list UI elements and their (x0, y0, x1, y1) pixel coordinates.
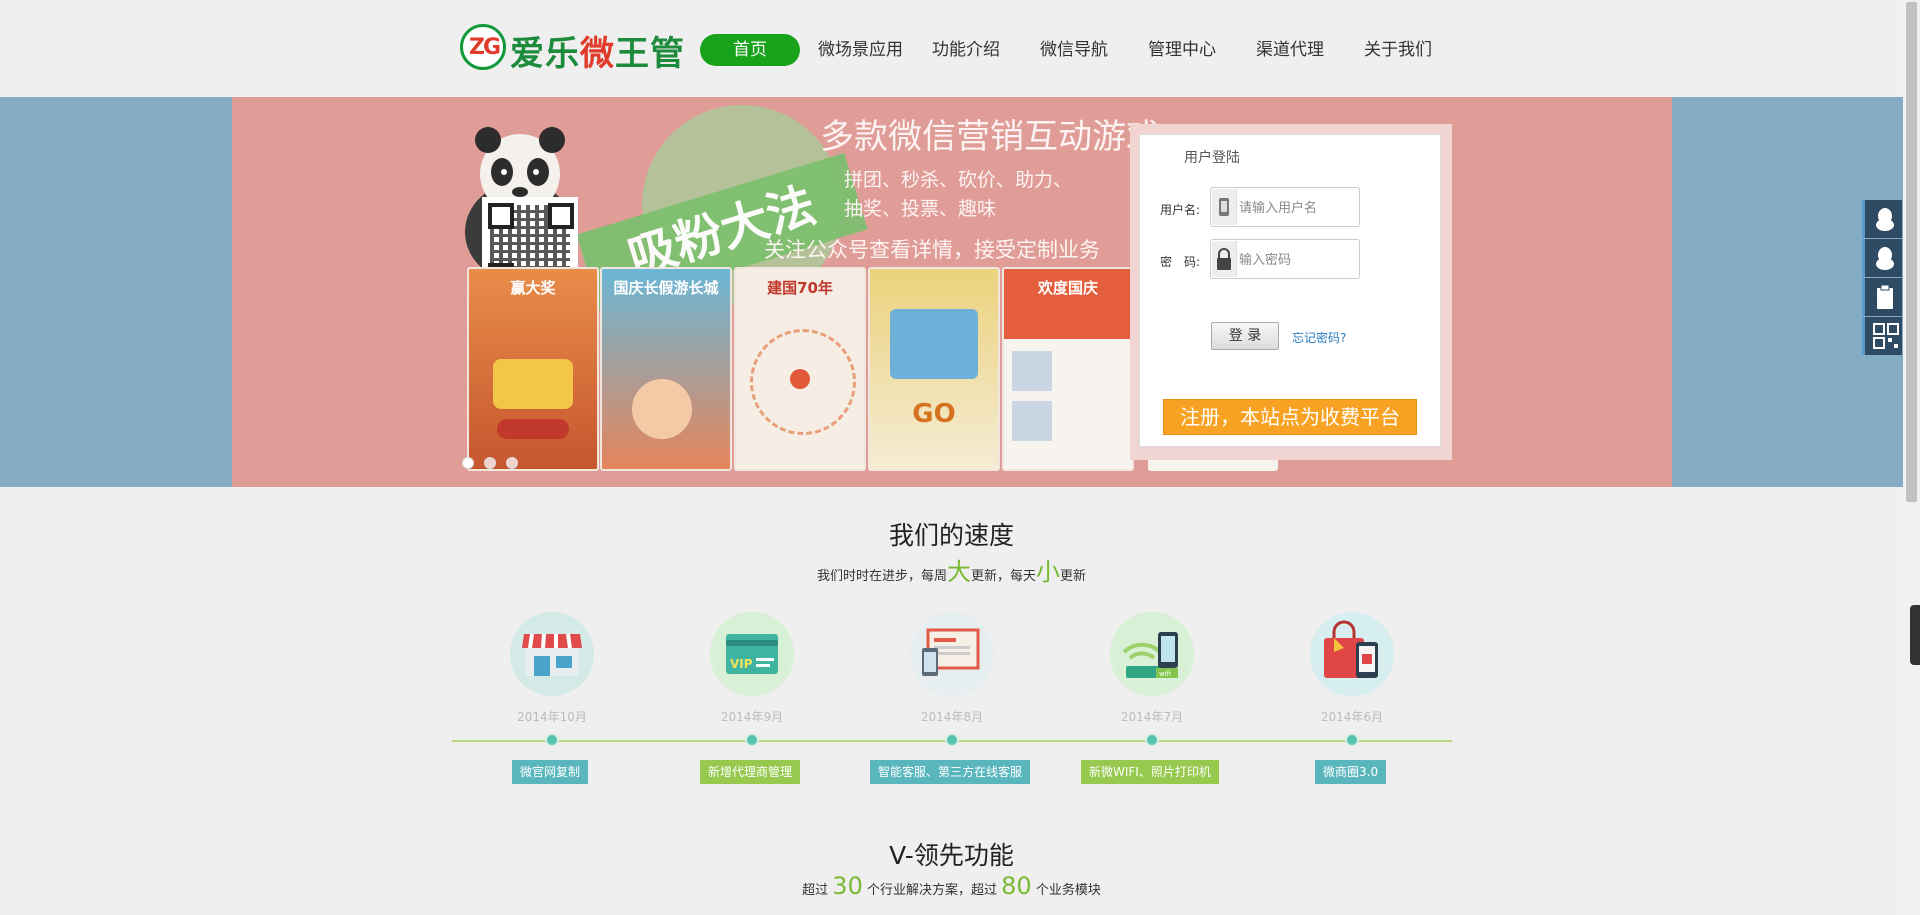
vip-card-icon: VIP (710, 612, 794, 696)
password-label: 密 码: (1160, 255, 1201, 269)
site-header: ZG 爱乐微王管 首页 微场景应用 功能介绍 微信导航 管理中心 渠道代理 关于… (0, 0, 1920, 97)
login-panel: 用户登陆 用户名: 密 码: 登 录 忘记密码? 注册，本站点为收费平台 (1139, 134, 1441, 447)
clipboard-icon[interactable] (1862, 278, 1902, 316)
game-card[interactable]: 建国70年 (734, 267, 866, 471)
timeline-tag: 微官网复制 (512, 760, 589, 784)
username-label: 用户名: (1160, 203, 1201, 217)
banner-slider[interactable]: 吸粉大法 多款微信营销互动游戏 拼团、秒杀、砍价、助力、 抽奖、投票、趣味 关注… (232, 97, 1672, 487)
nav-item-about[interactable]: 关于我们 (1364, 34, 1432, 66)
timeline-tag: 微商圈3.0 (1315, 760, 1387, 784)
timeline-dot (545, 733, 559, 747)
logo-mark-icon: ZG (460, 24, 506, 70)
devices-icon (910, 612, 994, 696)
nav-item-scene-apps[interactable]: 微场景应用 (818, 34, 903, 66)
timeline-date: 2014年6月 (1320, 710, 1384, 724)
nav-item-agents[interactable]: 渠道代理 (1256, 34, 1324, 66)
wifi-router-icon: wifi (1110, 612, 1194, 696)
username-input[interactable] (1239, 188, 1357, 226)
edge-widget-tab[interactable] (1910, 605, 1920, 665)
banner-line-2: 抽奖、投票、趣味 (844, 198, 997, 220)
nav-item-admin-center[interactable]: 管理中心 (1148, 34, 1216, 66)
timeline-date: 2014年8月 (920, 710, 984, 724)
qrcode-icon[interactable] (1862, 317, 1902, 355)
timeline-dot (1145, 733, 1159, 747)
site-logo[interactable]: ZG 爱乐微王管 (460, 22, 684, 74)
qq-icon[interactable] (1862, 239, 1902, 277)
scrollbar-thumb[interactable] (1906, 2, 1917, 502)
svg-text:wifi: wifi (1159, 670, 1171, 678)
game-card[interactable]: GO (868, 267, 1000, 471)
svg-text:VIP: VIP (730, 657, 753, 671)
password-field[interactable] (1210, 239, 1360, 279)
store-icon (510, 612, 594, 696)
page-scrollbar[interactable] (1903, 0, 1920, 915)
features-section-subtitle: 超过 30 个行业解决方案，超过 80 个业务模块 (802, 872, 1101, 900)
slide-dot[interactable] (506, 457, 518, 469)
timeline-date: 2014年7月 (1120, 710, 1184, 724)
timeline-dot (1345, 733, 1359, 747)
game-card[interactable]: 欢度国庆 (1002, 267, 1134, 471)
speed-section-subtitle: 我们时时在进步，每周大更新，每天小更新 (816, 558, 1087, 586)
qq-icon[interactable] (1862, 200, 1902, 238)
timeline-dot (745, 733, 759, 747)
nav-item-features[interactable]: 功能介绍 (932, 34, 1000, 66)
slide-dot[interactable] (462, 457, 474, 469)
nav-item-wechat-nav[interactable]: 微信导航 (1040, 34, 1108, 66)
timeline-date: 2014年10月 (517, 710, 587, 724)
banner-line-1: 拼团、秒杀、砍价、助力、 (844, 169, 1073, 191)
timeline-tag: 新增代理商管理 (700, 760, 801, 784)
password-input[interactable] (1239, 240, 1357, 278)
username-field[interactable] (1210, 187, 1360, 227)
game-card[interactable]: 国庆长假游长城 (600, 267, 732, 471)
lock-icon (1212, 241, 1237, 277)
timeline-date: 2014年9月 (720, 710, 784, 724)
timeline-tag: 智能客服、第三方在线客服 (870, 760, 1031, 784)
phone-icon (1212, 189, 1237, 225)
register-button[interactable]: 注册，本站点为收费平台 (1163, 399, 1417, 435)
timeline-tag: 新微WIFI、照片打印机 (1081, 760, 1219, 784)
forgot-password-link[interactable]: 忘记密码? (1292, 329, 1346, 346)
login-button[interactable]: 登 录 (1211, 322, 1279, 350)
slide-dot[interactable] (484, 457, 496, 469)
banner-title: 多款微信营销互动游戏 (820, 117, 1160, 157)
features-section-title: V-领先功能 (889, 841, 1014, 870)
banner-follow-text: 关注公众号查看详情，接受定制业务 (764, 238, 1100, 262)
nav-item-home[interactable]: 首页 (700, 34, 800, 66)
shopping-bag-icon (1310, 612, 1394, 696)
speed-section-title: 我们的速度 (888, 521, 1014, 550)
timeline-dot (945, 733, 959, 747)
logo-text: 爱乐微王管 (510, 34, 685, 74)
login-title: 用户登陆 (1184, 150, 1240, 166)
game-card[interactable]: 赢大奖 (467, 267, 599, 471)
